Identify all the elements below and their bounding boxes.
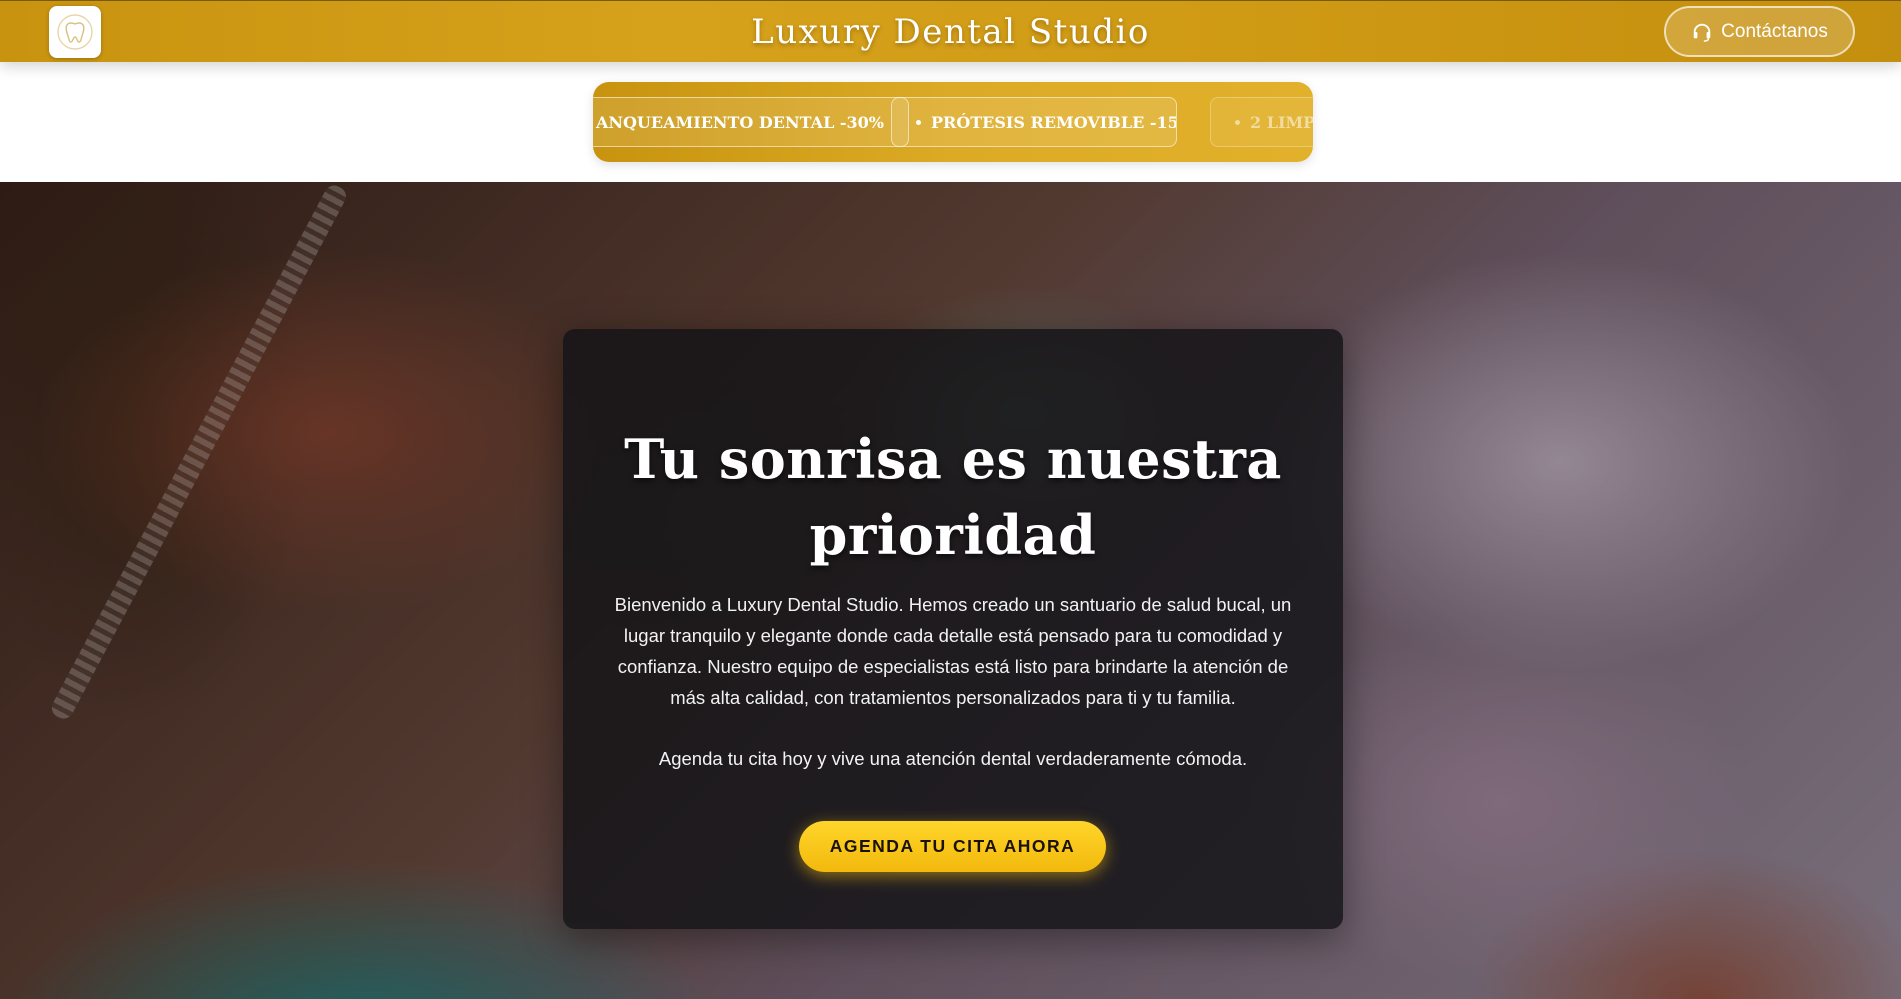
promo-ribbon: ANQUEAMIENTO DENTAL -30% PRÓTESIS REMOVI… bbox=[593, 82, 1313, 162]
hero-title: Tu sonrisa es nuestra prioridad bbox=[624, 427, 1282, 567]
bullet-icon bbox=[916, 119, 921, 125]
top-bar: Luxury Dental Studio Contáctanos bbox=[0, 0, 1901, 62]
headset-icon bbox=[1693, 23, 1711, 42]
hero-section: Tu sonrisa es nuestra prioridad Bienveni… bbox=[0, 182, 1901, 999]
promo-label: ANQUEAMIENTO DENTAL -30% bbox=[595, 112, 884, 132]
promo-chip[interactable]: PRÓTESIS REMOVIBLE -15% bbox=[891, 97, 1177, 147]
promo-label: 2 LIMP bbox=[1250, 112, 1313, 132]
promo-label: PRÓTESIS REMOVIBLE -15% bbox=[931, 112, 1177, 132]
hero-card: Tu sonrisa es nuestra prioridad Bienveni… bbox=[563, 329, 1343, 929]
hero-paragraph: Bienvenido a Luxury Dental Studio. Hemos… bbox=[614, 594, 1292, 708]
promo-chip[interactable]: 2 LIMP bbox=[1210, 97, 1313, 147]
bullet-icon bbox=[1235, 119, 1240, 125]
book-appointment-button[interactable]: AGENDA TU CITA AHORA bbox=[799, 821, 1106, 872]
promo-track: ANQUEAMIENTO DENTAL -30% PRÓTESIS REMOVI… bbox=[593, 97, 1313, 147]
hero-background-image bbox=[48, 182, 350, 723]
contact-button[interactable]: Contáctanos bbox=[1664, 6, 1855, 57]
hero-cta-prompt: Agenda tu cita hoy y vive una atención d… bbox=[658, 748, 1248, 769]
promo-chip[interactable]: ANQUEAMIENTO DENTAL -30% bbox=[593, 97, 909, 147]
brand-title: Luxury Dental Studio bbox=[751, 12, 1150, 52]
contact-button-label: Contáctanos bbox=[1721, 20, 1828, 42]
